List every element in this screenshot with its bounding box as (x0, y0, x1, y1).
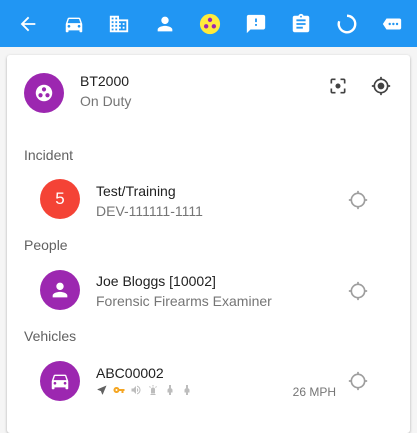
vehicle-telemetry-icons (96, 384, 193, 396)
tasks-tab[interactable] (281, 0, 321, 47)
person-icon (52, 282, 68, 298)
car-icon (65, 17, 83, 32)
beacon-light-icon (149, 385, 157, 395)
vehicles-section-header: Vehicles (24, 328, 77, 344)
unit-status-icon (199, 13, 221, 34)
unit-status-tab[interactable] (190, 0, 230, 47)
locate-vehicle-button[interactable] (346, 369, 370, 393)
locate-incident-button[interactable] (346, 188, 370, 212)
progress-tab[interactable] (327, 0, 367, 47)
vehicle-speed: 26 MPH (292, 385, 336, 399)
clipboard-icon (292, 13, 310, 32)
vehicle-avatar (40, 361, 80, 401)
locations-tab[interactable] (99, 0, 139, 47)
navigation-arrow-icon (97, 385, 107, 395)
progress-ring-icon (337, 14, 357, 33)
gps-fixed-icon (371, 76, 391, 96)
people-tab[interactable] (145, 0, 185, 47)
crosshair-icon (348, 281, 368, 301)
person-icon (157, 16, 173, 31)
more-button[interactable] (372, 0, 412, 47)
focus-unit-button[interactable] (326, 74, 350, 98)
back-button[interactable] (8, 0, 48, 47)
more-chip-icon (382, 18, 402, 29)
incident-reference: DEV-111111-1111 (96, 203, 203, 219)
incident-priority-value: 5 (55, 189, 65, 208)
siren-2-icon (184, 385, 190, 395)
vehicles-tab[interactable] (54, 0, 94, 47)
key-icon (113, 387, 125, 393)
incident-section-header: Incident (24, 147, 74, 163)
locate-person-button[interactable] (346, 279, 370, 303)
crosshair-icon (348, 371, 368, 391)
locate-unit-button[interactable] (369, 74, 393, 98)
crosshair-icon (348, 190, 368, 210)
incident-priority-badge: 5 (40, 179, 80, 219)
vehicle-registration[interactable]: ABC00002 (96, 365, 164, 381)
top-toolbar (0, 0, 417, 47)
people-section-header: People (24, 237, 68, 253)
unit-icon (35, 84, 53, 102)
alert-message-icon (246, 14, 266, 33)
person-avatar (40, 270, 80, 310)
incident-title[interactable]: Test/Training (96, 183, 176, 199)
building-icon (109, 15, 129, 32)
person-name[interactable]: Joe Bloggs [10002] (96, 273, 216, 289)
volume-icon (131, 385, 141, 395)
unit-callsign: BT2000 (80, 73, 130, 89)
back-arrow-icon (20, 16, 36, 31)
person-role: Forensic Firearms Examiner (96, 293, 272, 309)
car-icon (51, 374, 69, 390)
unit-avatar (24, 73, 64, 113)
unit-status: On Duty (80, 93, 132, 109)
center-focus-icon (330, 78, 346, 94)
siren-1-icon (167, 385, 173, 395)
unit-details-card: BT2000 On Duty Incident 5 Test/Training … (7, 55, 410, 433)
alerts-tab[interactable] (236, 0, 276, 47)
